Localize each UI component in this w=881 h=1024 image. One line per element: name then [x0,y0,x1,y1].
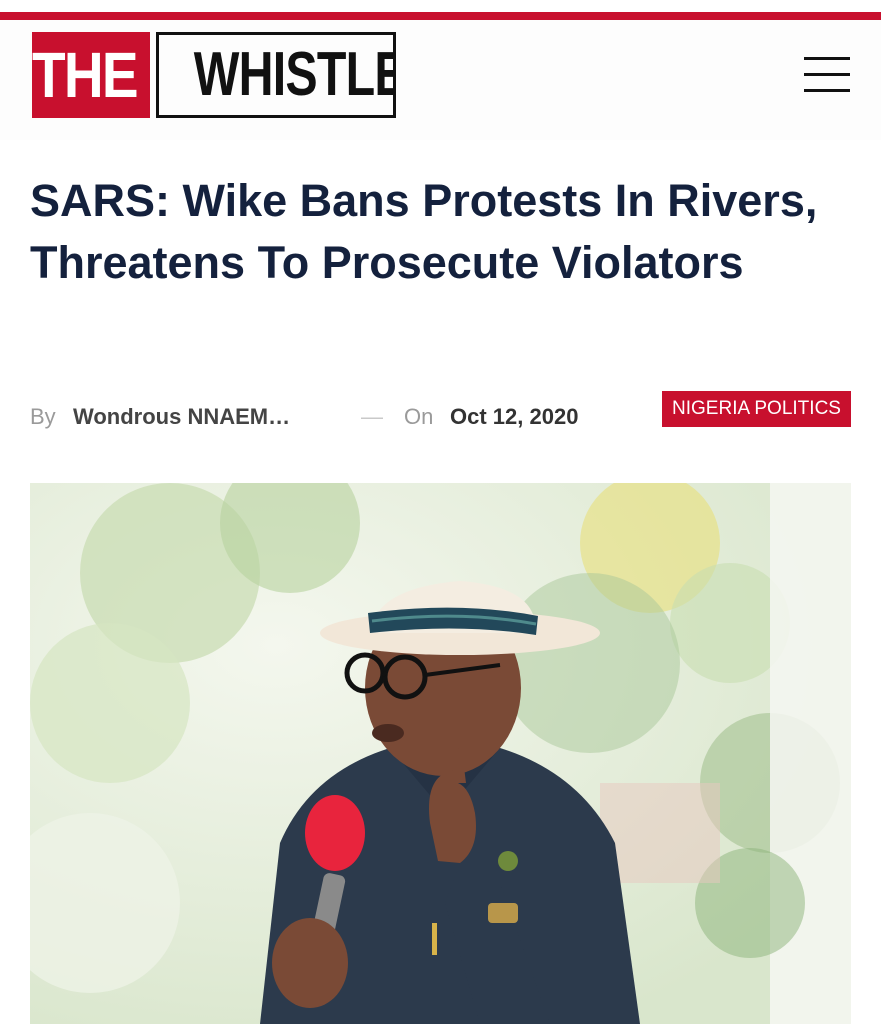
by-label: By [30,404,56,429]
site-logo[interactable]: THE WHISTLER [32,32,396,118]
author-link[interactable]: Wondrous NNAEM… [73,404,290,430]
hamburger-menu-icon[interactable] [804,55,852,95]
category-badge[interactable]: NIGERIA POLITICS [662,391,851,427]
article-meta: By Wondrous NNAEM… — On Oct 12, 2020 [30,398,630,434]
meta-separator: — [361,404,383,429]
site-header: THE WHISTLER [0,20,881,140]
article-title: SARS: Wike Bans Protests In Rivers, Thre… [30,175,818,288]
publish-date: Oct 12, 2020 [450,404,579,429]
top-accent-bar [0,12,881,20]
featured-photo-illustration [30,483,851,1024]
on-label: On [404,404,434,429]
logo-name-box: WHISTLER [156,32,396,118]
article-featured-image [30,483,851,1024]
logo-the-box: THE [32,32,150,118]
logo-name-text: WHISTLER [193,40,393,109]
logo-the-text: THE [32,32,139,118]
